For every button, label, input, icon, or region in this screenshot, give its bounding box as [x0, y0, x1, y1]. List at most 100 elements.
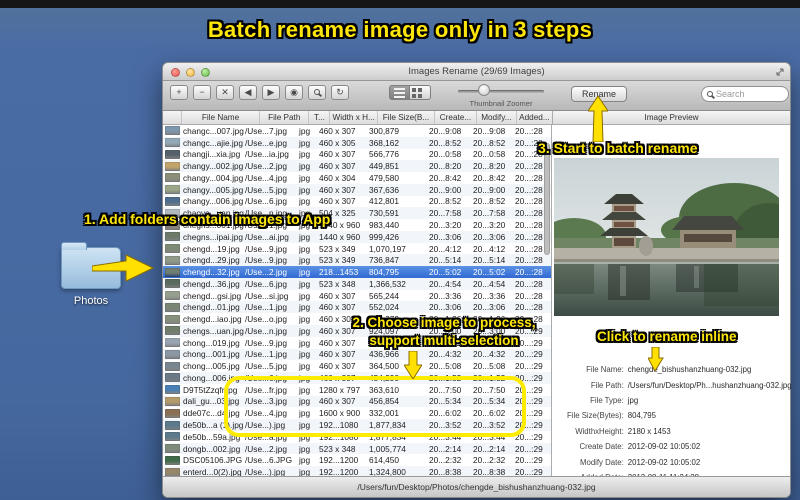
cell-name: chengd...gsi.jpg — [183, 290, 242, 301]
cell-wxh: 1440 x 960 — [319, 231, 361, 242]
cell-path: /Use...2.jpg — [245, 443, 287, 454]
file-thumbnail-icon — [165, 444, 180, 454]
cell-added: 20...:28 — [515, 290, 543, 301]
icon-column-header[interactable] — [163, 111, 183, 124]
forward-button[interactable]: ▶ — [262, 85, 280, 100]
table-row[interactable]: dongb...002.jpg/Use...2.jpg jpg 523 x 348 1… — [163, 442, 551, 455]
zoomer-slider-track[interactable] — [458, 90, 544, 93]
cell-size: 1,070,197 — [369, 243, 406, 254]
cell-wxh: 523 x 349 — [319, 255, 356, 266]
cell-modify: 20...4:32 — [473, 349, 506, 360]
cell-type: jpg — [299, 314, 311, 325]
cell-type: jpg — [299, 149, 311, 160]
file-thumbnail-icon — [165, 196, 180, 206]
table-row[interactable]: chong...001.jpg/Use...1.jpg jpg 460 x 307 4… — [163, 348, 551, 361]
annotation-rename-inline: Click to rename inline — [597, 329, 737, 344]
cell-name: chengd...36.jpg — [183, 278, 240, 289]
column-header[interactable]: T... — [309, 111, 331, 124]
cell-modify: 20...2:32 — [473, 455, 506, 466]
cell-create: 20...4:32 — [429, 349, 462, 360]
cell-path: /Use...6.jpg — [245, 196, 287, 207]
cell-size: 566,776 — [369, 149, 399, 160]
cell-added: 20...:28 — [515, 184, 543, 195]
delete-button[interactable]: ✕ — [216, 85, 234, 100]
cell-create: 20...3:36 — [429, 290, 462, 301]
cell-wxh: 460 x 307 — [319, 125, 356, 136]
add-button[interactable]: + — [170, 85, 188, 100]
table-row[interactable]: chengd...36.jpg/Use...6.jpg jpg 523 x 348 1… — [163, 277, 551, 290]
cell-name: DSC05106.JPG — [183, 455, 243, 466]
table-row[interactable]: chengd...32.jpg/Use...2.jpg jpg 218...1453… — [163, 266, 551, 278]
table-scrollbar[interactable] — [544, 143, 550, 255]
table-row[interactable]: changji...xia.jpg/Use...ia.jpg jpg 460 x 3… — [163, 149, 551, 161]
back-button[interactable]: ◀ — [239, 85, 257, 100]
cell-size: 730,591 — [369, 208, 399, 219]
table-row[interactable]: chong...005.jpg/Use...5.jpg jpg 460 x 307 3… — [163, 360, 551, 372]
column-header[interactable]: Added... — [517, 111, 552, 124]
cell-type: jpg — [299, 455, 311, 466]
choose-arrow-icon — [404, 351, 422, 379]
table-row[interactable]: chengd...29.jpg/Use...9.jpg jpg 523 x 349 7… — [163, 254, 551, 267]
eye-button[interactable]: ◉ — [285, 85, 303, 100]
zoomer-slider-knob[interactable] — [478, 84, 490, 96]
search-field[interactable]: Search — [701, 86, 789, 102]
table-row[interactable]: chengd...gsi.jpg/Use...si.jpg jpg 460 x 30… — [163, 290, 551, 302]
table-row[interactable]: changy...002.jpg/Use...2.jpg jpg 460 x 307… — [163, 160, 551, 173]
column-header[interactable]: File Size(B... — [378, 111, 436, 124]
cell-type: jpg — [299, 231, 311, 242]
cell-type: jpg — [299, 161, 311, 172]
title-bar[interactable]: Images Rename (29/69 Images) — [163, 63, 790, 81]
table-row[interactable]: chengd...01.jpg/Use...1.jpg jpg 460 x 307 5… — [163, 301, 551, 314]
file-thumbnail-icon — [165, 279, 180, 289]
cell-modify: 20...5:02 — [473, 267, 506, 278]
cell-path: /Use...n.jpg — [245, 325, 287, 336]
column-header[interactable]: Create... — [435, 111, 477, 124]
table-row[interactable]: chegns...ipai.jpg/Use...ai.jpg jpg 1440 x … — [163, 230, 551, 243]
file-thumbnail-icon — [165, 314, 180, 324]
column-header[interactable]: File Name — [182, 111, 260, 124]
column-header[interactable]: Width x H... — [330, 111, 378, 124]
metadata-row: File Size(Bytes): 804,795 — [552, 408, 792, 423]
rename-arrow-icon — [588, 96, 608, 142]
file-thumbnail-icon — [165, 302, 180, 312]
table-row[interactable]: changy...005.jpg/Use...5.jpg jpg 460 x 307… — [163, 183, 551, 196]
refresh-button[interactable]: ↻ — [331, 85, 349, 100]
cell-size: 552,024 — [369, 302, 399, 313]
search-button[interactable] — [308, 85, 326, 100]
cell-create: 20...3:06 — [429, 302, 462, 313]
cell-type: jpg — [299, 125, 311, 136]
column-header[interactable]: Modify... — [477, 111, 517, 124]
cell-added: 20...:28 — [515, 267, 543, 278]
table-row[interactable]: DSC05106.JPG/Use...6.JPG jpg 192...1200 614… — [163, 454, 551, 466]
cell-type: jpg — [299, 361, 311, 372]
table-row[interactable]: changy...004.jpg/Use...4.jpg jpg 460 x 304… — [163, 172, 551, 184]
grid-view-button[interactable] — [410, 85, 431, 100]
window-title: Images Rename (29/69 Images) — [408, 66, 545, 77]
metadata-row: WidthxHeight: 2180 x 1453 — [552, 424, 792, 439]
list-view-button[interactable] — [389, 85, 410, 100]
resize-icon[interactable] — [775, 67, 785, 77]
table-row[interactable]: changc...ajie.jpg/Use...e.jpg jpg 460 x 30… — [163, 136, 551, 149]
cell-wxh: 218...1453 — [319, 267, 359, 278]
column-header[interactable]: File Path — [260, 111, 310, 124]
cell-create: 20...5:08 — [429, 361, 462, 372]
table-row[interactable]: chengd...19.jpg/Use...9.jpg jpg 523 x 349 1… — [163, 243, 551, 255]
metadata-row: File Path:/Users/fun/Desktop/Ph...hushan… — [552, 377, 792, 392]
table-row[interactable]: changy...006.jpg/Use...6.jpg jpg 460 x 307… — [163, 196, 551, 208]
cell-name: changy...006.jpg — [183, 196, 244, 207]
cell-wxh: 192...1200 — [319, 455, 359, 466]
metadata-label: File Type: — [590, 395, 624, 405]
file-thumbnail-icon — [165, 373, 180, 383]
cell-path: /Use...4.jpg — [245, 172, 287, 183]
metadata-label: WidthxHeight: — [575, 426, 624, 436]
cell-path: /Use...1.jpg — [245, 302, 287, 313]
cell-create: 20...2:14 — [429, 443, 462, 454]
cell-added: 20...:28 — [515, 220, 543, 230]
table-row[interactable]: changc...007.jpg/Use...7.jpg jpg 460 x 307… — [163, 125, 551, 137]
file-thumbnail-icon — [165, 338, 180, 348]
remove-button[interactable]: − — [193, 85, 211, 100]
cell-path: /Use...5.jpg — [245, 361, 287, 372]
file-thumbnail-icon — [165, 291, 180, 301]
metadata-value[interactable]: chengde_bishushanzhuang-032.jpg — [624, 365, 752, 374]
cell-create: 20...9:08 — [429, 125, 462, 136]
